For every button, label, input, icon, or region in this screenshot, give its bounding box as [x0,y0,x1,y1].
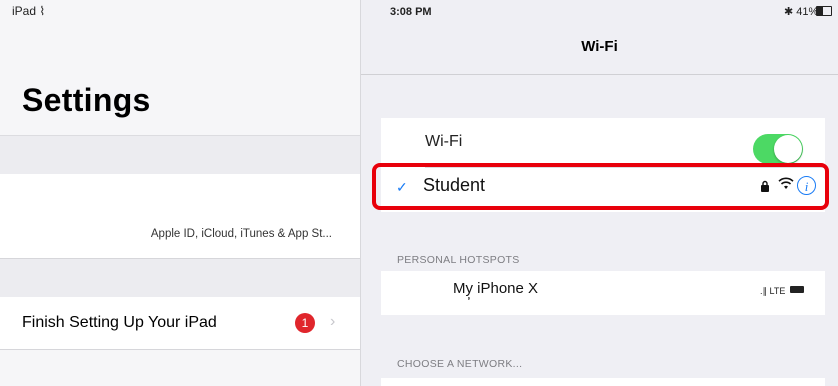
apple-id-row[interactable] [0,174,360,258]
wifi-toggle-label: Wi-Fi [425,133,463,150]
toggle-knob [774,135,802,163]
section-header-choose-network: CHOOSE A NETWORK... [397,358,523,370]
chevron-right-icon: › [330,313,336,330]
network-student[interactable]: Student [423,175,485,196]
network-list [381,378,825,386]
info-button[interactable]: i [797,176,816,195]
row-separator [0,349,360,350]
status-battery-percent: ✱ 41% [784,6,819,18]
wifi-toggle[interactable] [753,134,803,164]
hotspot-name: My̦ iPhone X [453,280,539,297]
page-title: Settings [22,82,151,118]
lock-icon [760,180,770,195]
nav-separator [361,74,838,75]
hotspot-status: .∥ LTE [760,286,786,296]
battery-icon [816,6,832,16]
status-carrier: iPad ⌇ [12,4,46,18]
apple-id-subtitle: Apple ID, iCloud, iTunes & App St... [150,228,332,240]
hotspot-row[interactable] [381,271,825,315]
nav-title: Wi-Fi [581,38,618,55]
wifi-signal-icon [778,177,794,193]
status-time: 3:08 PM [390,6,432,18]
hotspot-battery-icon [790,286,804,293]
notification-badge: 1 [295,313,315,333]
spacer-band [0,136,360,174]
finish-setup-label: Finish Setting Up Your iPad [22,314,217,331]
section-header-hotspots: PERSONAL HOTSPOTS [397,254,520,266]
spacer-band [0,259,360,297]
checkmark-icon: ✓ [396,179,408,195]
